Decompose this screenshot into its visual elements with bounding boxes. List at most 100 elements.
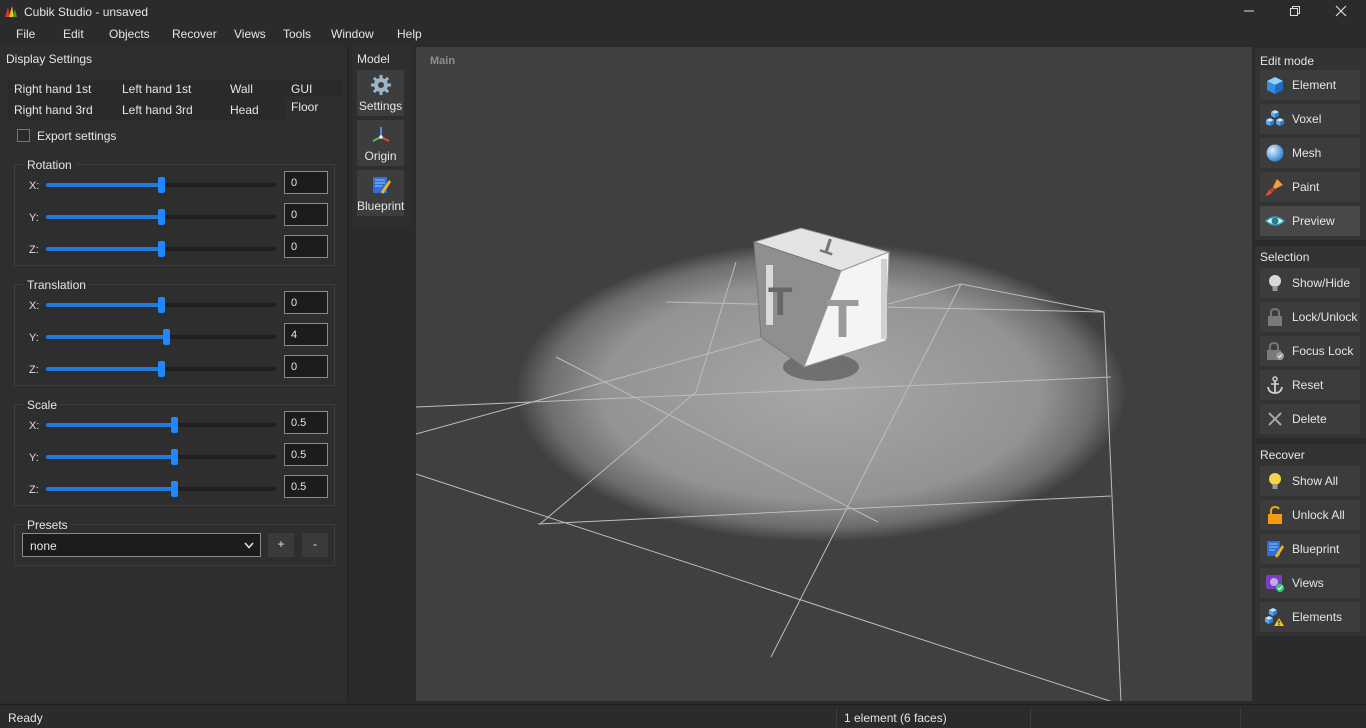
slider-fill	[46, 247, 161, 251]
recover-blueprint-button[interactable]: Blueprint	[1260, 534, 1360, 564]
translation-y-slider[interactable]	[46, 329, 276, 345]
close-button[interactable]	[1318, 0, 1364, 23]
rotation-z-label: Z:	[29, 244, 39, 256]
slider-handle[interactable]	[157, 177, 165, 193]
edit-mode-paint-button[interactable]: Paint	[1260, 172, 1360, 202]
rotation-z-slider[interactable]	[46, 241, 276, 257]
edit-mode-preview-button[interactable]: Preview	[1260, 206, 1360, 236]
show-all-button[interactable]: Show All	[1260, 466, 1360, 496]
rotation-y-slider[interactable]	[46, 209, 276, 225]
menu-views[interactable]: Views	[234, 27, 266, 41]
settings-button[interactable]: Settings	[357, 70, 404, 116]
slider-handle[interactable]	[157, 297, 165, 313]
translation-y-label: Y:	[29, 332, 39, 344]
recover-views-button[interactable]: Views	[1260, 568, 1360, 598]
remove-preset-button[interactable]: -	[302, 533, 328, 557]
slider-fill	[46, 335, 167, 339]
translation-z-slider[interactable]	[46, 361, 276, 377]
scale-y-slider[interactable]	[46, 449, 276, 465]
edit-mode-voxel-button[interactable]: Voxel	[1260, 104, 1360, 134]
edit-mode-section: Edit mode Element Voxel Mesh Paint Previ…	[1255, 48, 1366, 240]
rotation-x-input[interactable]: 0	[284, 171, 328, 194]
rotation-z-input[interactable]: 0	[284, 235, 328, 258]
scale-y-label: Y:	[29, 452, 39, 464]
menu-edit[interactable]: Edit	[63, 27, 84, 41]
scale-x-label: X:	[29, 420, 40, 432]
scale-z-input[interactable]: 0.5	[284, 475, 328, 498]
slider-handle[interactable]	[157, 241, 165, 257]
menu-window[interactable]: Window	[331, 27, 374, 41]
recover-section: Recover Show All Unlock All Blueprint Vi…	[1255, 444, 1366, 636]
translation-x-slider[interactable]	[46, 297, 276, 313]
menu-tools[interactable]: Tools	[283, 27, 311, 41]
slider-handle[interactable]	[157, 209, 165, 225]
rotation-x-slider[interactable]	[46, 177, 276, 193]
sphere-icon	[1266, 144, 1284, 162]
menu-help[interactable]: Help	[397, 27, 422, 41]
translation-x-input[interactable]: 0	[284, 291, 328, 314]
scale-x-input[interactable]: 0.5	[284, 411, 328, 434]
tab-floor[interactable]: Floor	[285, 96, 343, 120]
restore-button[interactable]	[1272, 0, 1318, 23]
display-settings-panel: Display Settings Right hand 1st Left han…	[0, 46, 348, 702]
slider-handle[interactable]	[163, 329, 171, 345]
voxel-icon	[1266, 110, 1284, 126]
tab-left-hand-3rd[interactable]: Left hand 3rd	[116, 100, 224, 120]
delete-label: Delete	[1292, 412, 1327, 426]
main-viewport[interactable]: T T T Main	[415, 46, 1253, 702]
translation-title: Translation	[24, 278, 89, 292]
reset-button[interactable]: Reset	[1260, 370, 1360, 400]
menu-recover[interactable]: Recover	[172, 27, 217, 41]
tab-head[interactable]: Head	[224, 100, 285, 120]
show-all-label: Show All	[1292, 474, 1339, 488]
slider-handle[interactable]	[171, 449, 179, 465]
tab-wall[interactable]: Wall	[224, 79, 285, 99]
slider-handle[interactable]	[157, 361, 165, 377]
unlock-all-button[interactable]: Unlock All	[1260, 500, 1360, 530]
show-hide-button[interactable]: Show/Hide	[1260, 268, 1360, 298]
presets-select[interactable]: none	[22, 533, 261, 557]
export-settings-checkbox[interactable]	[17, 129, 30, 142]
rotation-y-input[interactable]: 0	[284, 203, 328, 226]
focus-lock-button[interactable]: Focus Lock	[1260, 336, 1360, 366]
rotation-title: Rotation	[24, 158, 75, 172]
origin-button[interactable]: Origin	[357, 120, 404, 166]
blueprint-button[interactable]: Blueprint	[357, 170, 404, 216]
panel-title: Display Settings	[6, 52, 93, 66]
selection-section: Selection Show/Hide Lock/Unlock Focus Lo…	[1255, 246, 1366, 438]
edit-mode-element-button[interactable]: Element	[1260, 70, 1360, 100]
brush-icon	[1266, 179, 1283, 196]
voxel-label: Voxel	[1292, 112, 1322, 126]
translation-z-input[interactable]: 0	[284, 355, 328, 378]
slider-fill	[46, 423, 175, 427]
cube-model[interactable]: T T T	[752, 227, 891, 368]
scale-z-slider[interactable]	[46, 481, 276, 497]
origin-label: Origin	[364, 149, 397, 163]
delete-button[interactable]: Delete	[1260, 404, 1360, 434]
menu-objects[interactable]: Objects	[109, 27, 150, 41]
window-title: Cubik Studio - unsaved	[24, 5, 149, 19]
presets-group: Presets none + -	[14, 518, 335, 566]
menu-bar: File Edit Objects Recover Views Tools Wi…	[0, 23, 1366, 45]
slider-handle[interactable]	[171, 417, 179, 433]
menu-file[interactable]: File	[16, 27, 35, 41]
scale-x-slider[interactable]	[46, 417, 276, 433]
recover-views-label: Views	[1292, 576, 1324, 590]
origin-axes-icon	[372, 127, 389, 142]
edit-mode-mesh-button[interactable]: Mesh	[1260, 138, 1360, 168]
add-preset-button[interactable]: +	[268, 533, 294, 557]
tab-right-hand-1st[interactable]: Right hand 1st	[8, 79, 116, 99]
recover-elements-button[interactable]: Elements	[1260, 602, 1360, 632]
minimize-button[interactable]	[1226, 0, 1272, 23]
tab-left-hand-1st[interactable]: Left hand 1st	[116, 79, 224, 99]
anchor-icon	[1267, 376, 1283, 394]
preview-label: Preview	[1292, 214, 1335, 228]
slider-handle[interactable]	[171, 481, 179, 497]
tab-right-hand-3rd[interactable]: Right hand 3rd	[8, 100, 116, 120]
lock-unlock-button[interactable]: Lock/Unlock	[1260, 302, 1360, 332]
status-separator	[836, 707, 837, 727]
translation-y-input[interactable]: 4	[284, 323, 328, 346]
scale-y-input[interactable]: 0.5	[284, 443, 328, 466]
blueprint-label: Blueprint	[357, 199, 405, 213]
slider-fill	[46, 183, 161, 187]
